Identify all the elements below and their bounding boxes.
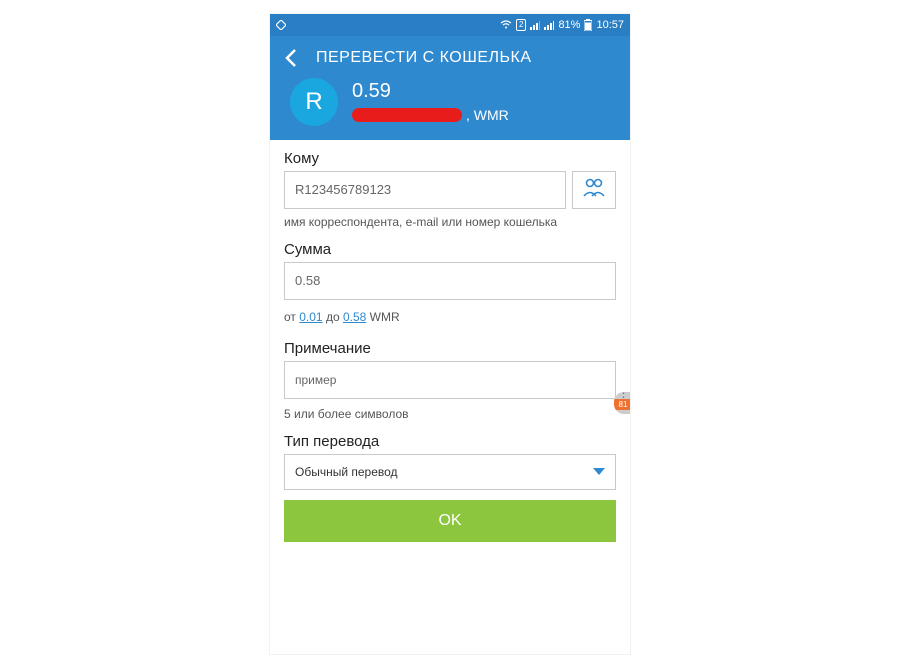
clock: 10:57: [596, 19, 624, 31]
contacts-button[interactable]: [572, 171, 616, 209]
note-label: Примечание: [284, 340, 616, 357]
wallet-currency: , WMR: [466, 107, 509, 123]
contacts-icon: [582, 176, 606, 203]
wallet-avatar: R: [290, 78, 338, 126]
phone-frame: 2 81% 10:57 ПЕРЕВЕСТИ С КОШЕЛЬКА R 0.59: [270, 14, 630, 654]
amount-range-hint: от 0.01 до 0.58 WMR: [284, 310, 616, 324]
amount-label: Сумма: [284, 241, 616, 258]
signal-icon-2: [544, 20, 554, 30]
sim-badge-icon: 2: [516, 19, 526, 31]
status-bar: 2 81% 10:57: [270, 14, 630, 36]
note-input[interactable]: [284, 361, 616, 399]
back-button[interactable]: [284, 48, 304, 68]
type-select-value: Обычный перевод: [295, 465, 398, 479]
min-amount-link[interactable]: 0.01: [299, 310, 322, 324]
chevron-down-icon: [593, 465, 605, 479]
edge-count: 81: [614, 399, 630, 410]
max-amount-link[interactable]: 0.58: [343, 310, 366, 324]
amount-input[interactable]: [284, 262, 616, 300]
battery-percent: 81%: [558, 19, 580, 31]
to-label: Кому: [284, 150, 616, 167]
form-content: Кому имя корреспондента, e-mail или номе…: [270, 140, 630, 556]
ok-button[interactable]: OK: [284, 500, 616, 542]
page-title: ПЕРЕВЕСТИ С КОШЕЛЬКА: [316, 49, 532, 67]
to-hint: имя корреспондента, e-mail или номер кош…: [284, 215, 616, 229]
signal-icon: [530, 20, 540, 30]
type-select[interactable]: Обычный перевод: [284, 454, 616, 490]
wifi-icon: [500, 20, 512, 30]
wallet-balance: 0.59: [352, 80, 509, 103]
redacted-wallet-number: [352, 108, 462, 122]
edge-panel-tab[interactable]: ⋮ 81: [614, 392, 630, 414]
type-label: Тип перевода: [284, 433, 616, 450]
battery-icon: [584, 19, 592, 31]
app-indicator-icon: [276, 20, 286, 30]
app-header: ПЕРЕВЕСТИ С КОШЕЛЬКА R 0.59 , WMR: [270, 36, 630, 140]
wallet-number-row: , WMR: [352, 107, 509, 123]
to-input[interactable]: [284, 171, 566, 209]
note-hint: 5 или более символов: [284, 407, 616, 421]
